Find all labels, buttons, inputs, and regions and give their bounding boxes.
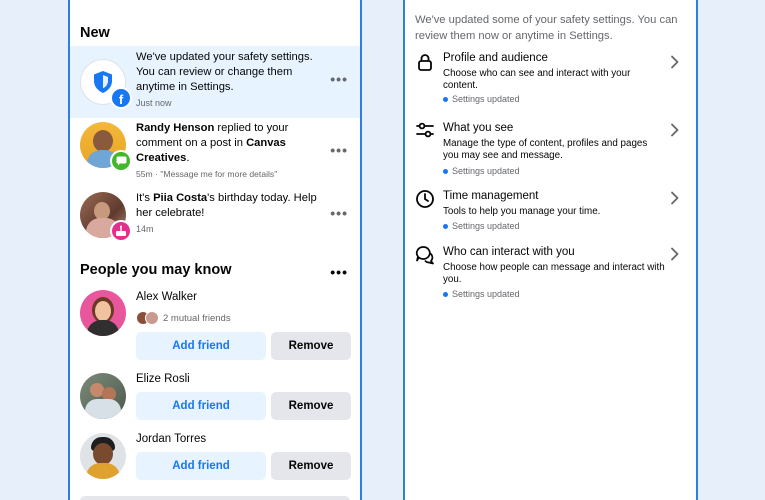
setting-profile-and-audience[interactable]: Profile and audience Choose who can see … <box>405 48 696 110</box>
chevron-right-icon <box>671 123 679 137</box>
facebook-logo-icon: f <box>110 87 132 109</box>
notification-text: We've updated your safety settings. You … <box>136 50 332 111</box>
mutual-friends: 2 mutual friends <box>136 311 231 325</box>
chat-bubbles-icon <box>415 246 434 265</box>
lock-icon <box>418 54 432 71</box>
status-dot <box>443 168 448 174</box>
person-name[interactable]: Elize Rosli <box>136 373 190 385</box>
setting-status: Settings updated <box>443 94 520 104</box>
status-dot <box>443 291 448 297</box>
alex-avatar[interactable] <box>80 290 126 336</box>
setting-title: Time management <box>443 190 539 202</box>
safety-avatar: f <box>80 59 132 109</box>
notification-item-reply[interactable]: Randy Henson replied to your comment on … <box>70 118 360 184</box>
notification-time: Just now <box>136 98 172 108</box>
mutual-friend-avatar <box>145 311 159 325</box>
see-all-button[interactable] <box>80 496 350 500</box>
person-name[interactable]: Alex Walker <box>136 291 197 303</box>
notification-text: It's Piia Costa's birthday today. Help h… <box>136 191 332 237</box>
elize-avatar[interactable] <box>80 373 126 419</box>
chevron-right-icon <box>671 191 679 205</box>
pymk-card-elize: Elize Rosli Add friend Remove <box>70 370 360 426</box>
notification-text: Randy Henson replied to your comment on … <box>136 121 332 182</box>
setting-description: Manage the type of content, profiles and… <box>443 138 648 161</box>
pymk-card-alex: Alex Walker 2 mutual friends Add friend … <box>70 288 360 362</box>
status-dot <box>443 96 448 102</box>
setting-time-management[interactable]: Time management Tools to help you manage… <box>405 186 696 234</box>
more-options-icon[interactable]: ••• <box>330 206 348 220</box>
chevron-right-icon <box>671 55 679 69</box>
remove-button[interactable]: Remove <box>271 392 351 420</box>
more-options-icon[interactable]: ••• <box>330 72 348 86</box>
setting-status: Settings updated <box>443 289 520 299</box>
notifications-screen: New f We've updated your safety settings… <box>68 0 362 500</box>
add-friend-button[interactable]: Add friend <box>136 452 266 480</box>
randy-avatar <box>80 122 132 172</box>
setting-description: Choose who can see and interact with you… <box>443 68 631 91</box>
setting-who-can-interact[interactable]: Who can interact with you Choose how peo… <box>405 242 696 302</box>
sliders-icon <box>416 122 434 138</box>
setting-description: Choose how people can message and intera… <box>443 262 665 285</box>
notification-time: 14m <box>136 224 154 234</box>
remove-button[interactable]: Remove <box>271 332 351 360</box>
setting-status: Settings updated <box>443 166 520 176</box>
comment-icon <box>110 150 132 172</box>
notification-item-safety[interactable]: f We've updated your safety settings. Yo… <box>70 46 360 118</box>
add-friend-button[interactable]: Add friend <box>136 332 266 360</box>
pymk-card-jordan: Jordan Torres Add friend Remove <box>70 430 360 486</box>
intro-text: We've updated some of your safety settin… <box>415 14 678 42</box>
remove-button[interactable]: Remove <box>271 452 351 480</box>
setting-title: Who can interact with you <box>443 246 575 258</box>
setting-description: Tools to help you manage your time. <box>443 206 601 217</box>
setting-title: Profile and audience <box>443 52 548 64</box>
section-title-new: New <box>80 25 110 41</box>
notification-time: 55m · "Message me for more details" <box>136 169 278 179</box>
safety-settings-screen: We've updated some of your safety settin… <box>403 0 698 500</box>
section-title-people-you-may-know: People you may know <box>80 262 232 278</box>
person-name[interactable]: Jordan Torres <box>136 433 206 445</box>
status-dot <box>443 223 448 229</box>
notification-item-birthday[interactable]: It's Piia Costa's birthday today. Help h… <box>70 188 360 246</box>
add-friend-button[interactable]: Add friend <box>136 392 266 420</box>
birthday-cake-icon <box>110 220 132 242</box>
setting-status: Settings updated <box>443 221 520 231</box>
setting-what-you-see[interactable]: What you see Manage the type of content,… <box>405 116 696 180</box>
jordan-avatar[interactable] <box>80 433 126 479</box>
more-options-icon[interactable]: ••• <box>330 265 348 279</box>
setting-title: What you see <box>443 122 514 134</box>
more-options-icon[interactable]: ••• <box>330 143 348 157</box>
shield-icon <box>94 71 112 93</box>
piia-avatar <box>80 192 132 242</box>
chevron-right-icon <box>671 247 679 261</box>
clock-icon <box>416 190 434 208</box>
